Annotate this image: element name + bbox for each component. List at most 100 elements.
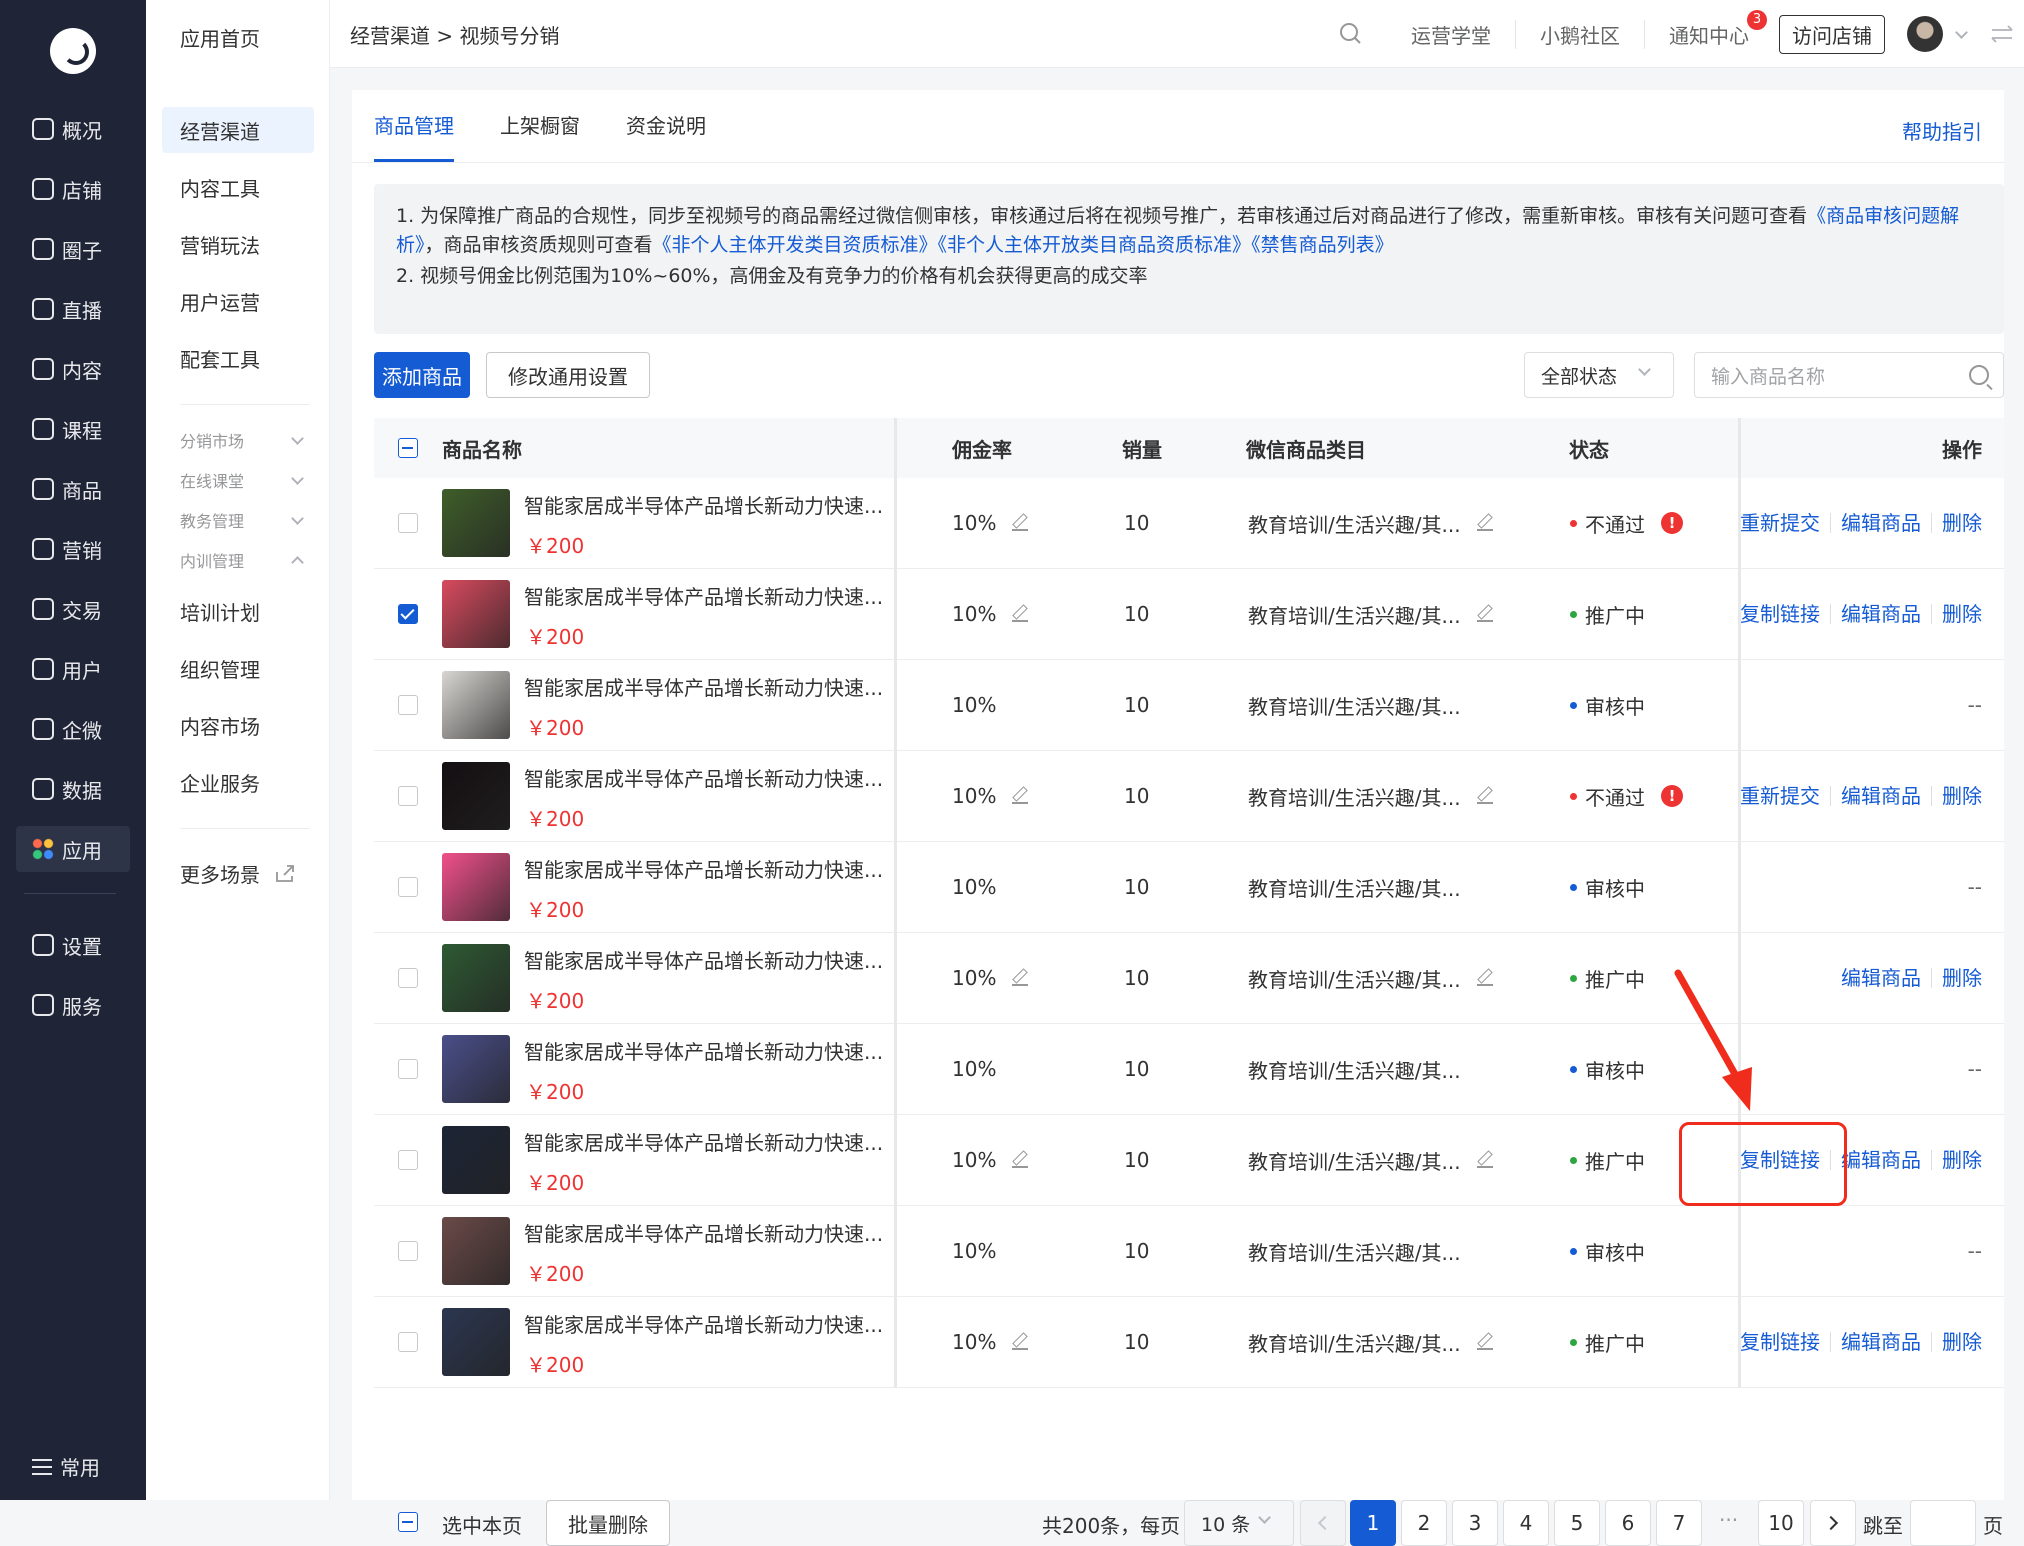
tab-showcase[interactable]: 上架橱窗 — [500, 90, 580, 162]
prev-page-button[interactable] — [1300, 1500, 1346, 1546]
edit-icon[interactable] — [1012, 788, 1029, 804]
row-checkbox[interactable] — [398, 1150, 418, 1170]
edit-icon[interactable] — [1012, 1152, 1029, 1168]
sidebar-item-live[interactable]: 直播 — [16, 286, 130, 332]
product-name[interactable]: 智能家居成半导体产品增长新动力快速... — [524, 1309, 884, 1338]
sidebar-item-community[interactable]: 圈子 — [16, 226, 130, 272]
sidebar-item-apps[interactable]: 应用 — [16, 826, 130, 872]
category-qualification-link[interactable]: 《非个人主体开发类目资质标准》 — [653, 234, 938, 256]
sidebar-item-user[interactable]: 用户 — [16, 646, 130, 692]
product-name[interactable]: 智能家居成半导体产品增长新动力快速... — [524, 581, 884, 610]
action-link[interactable]: 复制链接 — [1740, 604, 1820, 624]
subnav-group[interactable]: 在线课堂 — [180, 468, 310, 492]
page-1[interactable]: 1 — [1350, 1500, 1396, 1546]
edit-icon[interactable] — [1012, 606, 1029, 622]
row-checkbox[interactable] — [398, 1059, 418, 1079]
page-3[interactable]: 3 — [1452, 1500, 1498, 1546]
edit-icon[interactable] — [1476, 1334, 1493, 1350]
search-input[interactable]: 输入商品名称 — [1694, 352, 2004, 398]
action-link[interactable]: 删除 — [1931, 1150, 1982, 1170]
product-name[interactable]: 智能家居成半导体产品增长新动力快速... — [524, 1218, 884, 1247]
action-link[interactable]: 编辑商品 — [1830, 1332, 1921, 1352]
page-4[interactable]: 4 — [1503, 1500, 1549, 1546]
link-notification-center[interactable]: 通知中心 3 — [1644, 9, 1773, 49]
action-link[interactable]: 删除 — [1931, 968, 1982, 988]
subnav-item[interactable]: 配套工具 — [162, 335, 314, 381]
row-checkbox[interactable] — [398, 1241, 418, 1261]
edit-settings-button[interactable]: 修改通用设置 — [486, 352, 650, 398]
action-link[interactable]: 删除 — [1931, 1332, 1982, 1352]
tab-product-management[interactable]: 商品管理 — [374, 90, 454, 162]
prohibited-list-link[interactable]: 《禁售商品列表》 — [1251, 234, 1394, 256]
product-name[interactable]: 智能家居成半导体产品增长新动力快速... — [524, 945, 884, 974]
row-checkbox[interactable] — [398, 877, 418, 897]
chevron-down-icon[interactable] — [1955, 25, 1968, 39]
edit-icon[interactable] — [1476, 606, 1493, 622]
subnav-group[interactable]: 教务管理 — [180, 508, 310, 532]
subnav-home[interactable]: 应用首页 — [162, 14, 314, 60]
row-checkbox[interactable] — [398, 786, 418, 806]
action-link[interactable]: 重新提交 — [1740, 786, 1820, 806]
product-name[interactable]: 智能家居成半导体产品增长新动力快速... — [524, 763, 884, 792]
action-link[interactable]: 编辑商品 — [1841, 968, 1921, 988]
page-5[interactable]: 5 — [1554, 1500, 1600, 1546]
action-link[interactable]: 重新提交 — [1740, 513, 1820, 533]
row-checkbox[interactable] — [398, 968, 418, 988]
subnav-group[interactable]: 内训管理 — [180, 548, 310, 572]
visit-store-button[interactable]: 访问店铺 — [1779, 14, 1885, 54]
page-7[interactable]: 7 — [1656, 1500, 1702, 1546]
subnav-item[interactable]: 培训计划 — [162, 588, 314, 634]
product-name[interactable]: 智能家居成半导体产品增长新动力快速... — [524, 1036, 884, 1065]
edit-icon[interactable] — [1476, 788, 1493, 804]
edit-icon[interactable] — [1012, 970, 1029, 986]
sidebar-item-content[interactable]: 内容 — [16, 346, 130, 392]
action-link[interactable]: 复制链接 — [1740, 1332, 1820, 1352]
row-checkbox[interactable] — [398, 1332, 418, 1352]
row-checkbox[interactable] — [398, 604, 418, 624]
subnav-item[interactable]: 内容工具 — [162, 164, 314, 210]
sidebar-item-wecom[interactable]: 企微 — [16, 706, 130, 752]
action-link[interactable]: 删除 — [1931, 604, 1982, 624]
product-name[interactable]: 智能家居成半导体产品增长新动力快速... — [524, 490, 884, 519]
link-operations-school[interactable]: 运营学堂 — [1387, 20, 1515, 49]
page-2[interactable]: 2 — [1401, 1500, 1447, 1546]
jump-page-input[interactable] — [1910, 1500, 1976, 1546]
row-checkbox[interactable] — [398, 513, 418, 533]
sidebar-item-trade[interactable]: 交易 — [16, 586, 130, 632]
link-community[interactable]: 小鹅社区 — [1515, 19, 1644, 49]
subnav-item[interactable]: 企业服务 — [162, 759, 314, 805]
batch-delete-button[interactable]: 批量删除 — [546, 1500, 670, 1546]
action-link[interactable]: 编辑商品 — [1830, 786, 1921, 806]
page-size-select[interactable]: 10 条 — [1184, 1500, 1294, 1546]
status-select[interactable]: 全部状态 — [1524, 352, 1674, 398]
subnav-item[interactable]: 经营渠道 — [162, 107, 314, 153]
next-page-button[interactable] — [1810, 1500, 1856, 1546]
sidebar-frequent[interactable]: 常用 — [32, 1452, 100, 1481]
subnav-item[interactable]: 营销玩法 — [162, 221, 314, 267]
edit-icon[interactable] — [1476, 970, 1493, 986]
avatar[interactable] — [1907, 16, 1943, 52]
tab-fund-description[interactable]: 资金说明 — [626, 90, 706, 162]
product-name[interactable]: 智能家居成半导体产品增长新动力快速... — [524, 672, 884, 701]
subnav-more-scenes[interactable]: 更多场景 — [162, 850, 314, 896]
help-guide-link[interactable]: 帮助指引 — [1902, 116, 1982, 145]
edit-icon[interactable] — [1012, 1334, 1029, 1350]
app-logo[interactable] — [50, 28, 96, 74]
alert-icon[interactable]: ! — [1661, 512, 1683, 534]
sidebar-item-marketing[interactable]: 营销 — [16, 526, 130, 572]
action-link[interactable]: 编辑商品 — [1830, 604, 1921, 624]
sidebar-item-product[interactable]: 商品 — [16, 466, 130, 512]
select-all-checkbox[interactable] — [398, 438, 418, 458]
subnav-group[interactable]: 分销市场 — [180, 428, 310, 452]
sidebar-item-course[interactable]: 课程 — [16, 406, 130, 452]
product-name[interactable]: 智能家居成半导体产品增长新动力快速... — [524, 854, 884, 883]
sidebar-item-settings[interactable]: 设置 — [16, 922, 130, 968]
edit-icon[interactable] — [1476, 1152, 1493, 1168]
page-6[interactable]: 6 — [1605, 1500, 1651, 1546]
alert-icon[interactable]: ! — [1661, 785, 1683, 807]
subnav-item[interactable]: 用户运营 — [162, 278, 314, 324]
collapse-icon[interactable] — [1990, 23, 2016, 45]
search-icon[interactable] — [1969, 365, 1989, 385]
subnav-item[interactable]: 组织管理 — [162, 645, 314, 691]
search-icon[interactable] — [1339, 22, 1363, 46]
